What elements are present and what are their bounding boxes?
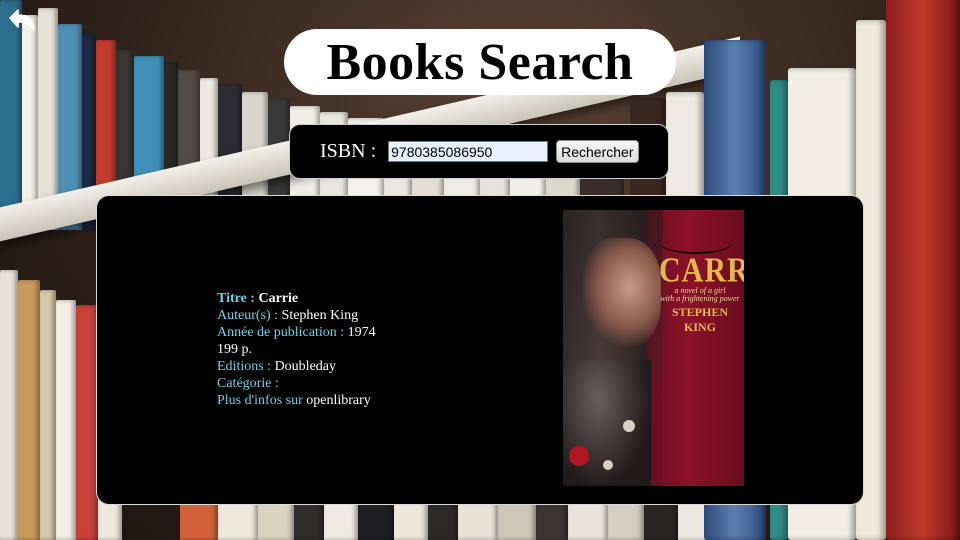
back-button[interactable] [6,6,38,38]
title-label: Titre : [217,291,255,306]
pages-row: 199 p. [217,341,376,358]
publisher-label: Editions : [217,359,272,374]
cover-title: CARRIE [659,251,744,290]
isbn-search-bar: ISBN : Rechercher [289,124,669,179]
cover-flower [603,460,613,470]
cover-face [581,238,661,348]
author-row: Auteur(s) : Stephen King [217,307,376,324]
category-row: Catégorie : [217,375,376,392]
year-label: Année de publication : [217,325,345,340]
author-label: Auteur(s) : [217,308,279,323]
pages-value: 199 p. [217,342,252,357]
year-row: Année de publication : 1974 [217,324,376,341]
page-title: Books Search [326,33,634,91]
publisher-value: Doubleday [274,359,336,374]
search-button[interactable]: Rechercher [556,140,639,163]
cover-subtitle-line: with a frightening power [660,294,740,303]
cover-flower [569,446,589,466]
category-label: Catégorie : [217,376,279,391]
author-value: Stephen King [281,308,359,323]
publisher-row: Editions : Doubleday [217,358,376,375]
title-row: Titre : Carrie [217,290,376,307]
cover-subtitle: a novel of a girl with a frightening pow… [659,287,741,303]
title-value: Carrie [258,291,299,306]
cover-flower [623,420,635,432]
cover-author: STEPHEN KING [671,305,728,334]
page-title-pill: Books Search [284,29,676,95]
back-arrow-icon [9,9,35,31]
more-info-label: Plus d'infos sur [217,393,303,408]
book-info: Titre : Carrie Auteur(s) : Stephen King … [217,290,376,409]
more-info-row: Plus d'infos sur openlibrary [217,392,376,409]
isbn-input[interactable] [388,141,549,162]
openlibrary-link[interactable]: openlibrary [306,393,371,408]
book-cover-image: CARRIE a novel of a girl with a frighten… [563,210,744,486]
result-card: Titre : Carrie Auteur(s) : Stephen King … [96,195,864,505]
isbn-label: ISBN : [320,140,377,162]
cover-ornament [659,230,733,254]
year-value: 1974 [347,325,376,340]
